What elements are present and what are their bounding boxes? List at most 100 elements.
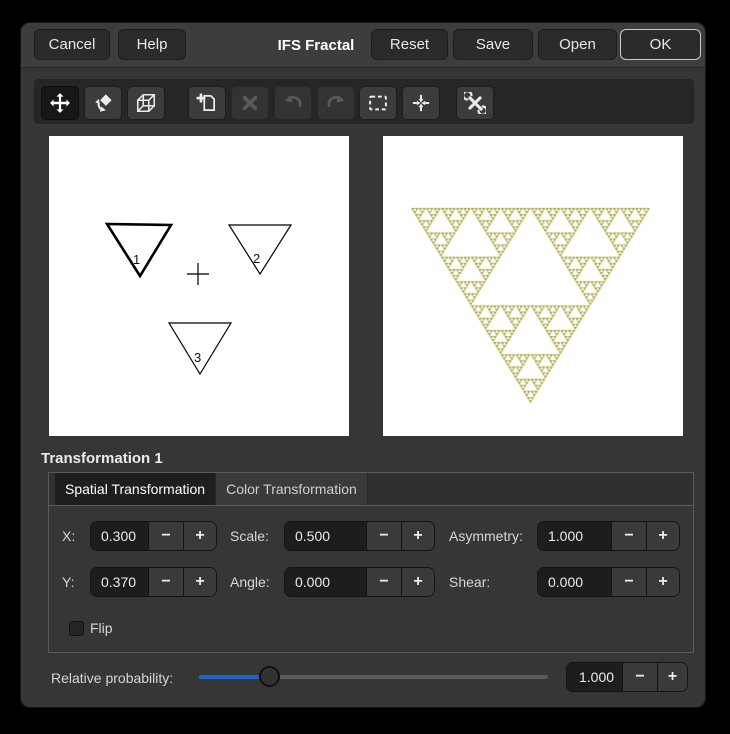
plus-icon: +	[195, 573, 204, 591]
shear-decrement-button[interactable]: −	[611, 568, 646, 596]
asymmetry-label: Asymmetry:	[449, 521, 523, 551]
titlebar: Cancel Help IFS Fractal Reset Save Open …	[21, 23, 705, 68]
scale-value-field[interactable]: 0.500	[285, 522, 366, 550]
x-label: X:	[62, 521, 75, 551]
transformation-notebook: Spatial Transformation Color Transformat…	[48, 472, 694, 653]
plus-icon: +	[658, 573, 667, 591]
minus-icon: −	[379, 527, 388, 545]
relative-probability-slider[interactable]	[199, 675, 548, 679]
triangle-number-label: 1	[133, 252, 140, 267]
scale-increment-button[interactable]: +	[401, 522, 434, 550]
render-options-icon	[464, 92, 486, 114]
minus-icon: −	[379, 573, 388, 591]
triangle-number-label: 2	[253, 251, 260, 266]
delete-transformation-button[interactable]	[231, 86, 269, 120]
tab-spatial-transformation[interactable]: Spatial Transformation	[55, 473, 216, 505]
design-area-canvas[interactable]: 1 2 3	[49, 136, 349, 436]
shear-spinbox: 0.000 − +	[537, 567, 680, 597]
select-all-button[interactable]	[359, 86, 397, 120]
relative-probability-label: Relative probability:	[51, 670, 173, 686]
asymmetry-value-field[interactable]: 1.000	[538, 522, 611, 550]
probability-increment-button[interactable]: +	[657, 663, 687, 691]
x-value-field[interactable]: 0.300	[91, 522, 148, 550]
y-decrement-button[interactable]: −	[148, 568, 183, 596]
move-icon	[49, 92, 71, 114]
x-decrement-button[interactable]: −	[148, 522, 183, 550]
y-increment-button[interactable]: +	[183, 568, 216, 596]
stretch-button[interactable]	[127, 86, 165, 120]
slider-handle[interactable]	[259, 666, 280, 687]
recenter-icon	[410, 92, 432, 114]
tab-bar: Spatial Transformation Color Transformat…	[49, 473, 693, 506]
relative-probability-spinbox: 1.000 − +	[566, 662, 688, 692]
minus-icon: −	[624, 527, 633, 545]
design-triangles: 1 2 3	[49, 136, 349, 436]
plus-icon: +	[668, 668, 677, 686]
y-label: Y:	[62, 567, 74, 597]
ok-button[interactable]: OK	[620, 29, 701, 60]
select-all-icon	[367, 92, 389, 114]
spatial-transformation-panel: X: 0.300 − + Scale: 0.500 − + Asymmetry:…	[49, 506, 693, 653]
angle-spinbox: 0.000 − +	[284, 567, 435, 597]
screen-backdrop: { "titlebar": { "title": "IFS Fractal", …	[0, 0, 730, 734]
transformation-triangle-1[interactable]	[107, 224, 171, 276]
rotate-scale-icon	[92, 92, 114, 114]
help-button[interactable]: Help	[118, 29, 186, 60]
ifs-fractal-dialog: Cancel Help IFS Fractal Reset Save Open …	[20, 22, 706, 708]
stretch-icon	[135, 92, 157, 114]
delete-icon	[239, 92, 261, 114]
shear-value-field[interactable]: 0.000	[538, 568, 611, 596]
reset-button[interactable]: Reset	[371, 29, 448, 60]
minus-icon: −	[161, 573, 170, 591]
open-button[interactable]: Open	[538, 29, 617, 60]
minus-icon: −	[161, 527, 170, 545]
minus-icon: −	[635, 668, 644, 686]
move-button[interactable]	[41, 86, 79, 120]
asymmetry-increment-button[interactable]: +	[646, 522, 679, 550]
asymmetry-decrement-button[interactable]: −	[611, 522, 646, 550]
transformation-triangle-3[interactable]	[169, 323, 231, 374]
triangle-number-label: 3	[194, 350, 201, 365]
plus-icon: +	[413, 527, 422, 545]
sierpinski-fractal-image	[383, 136, 683, 436]
fractal-preview-canvas	[383, 136, 683, 436]
plus-icon: +	[195, 527, 204, 545]
angle-decrement-button[interactable]: −	[366, 568, 401, 596]
plus-icon: +	[658, 527, 667, 545]
shear-label: Shear:	[449, 567, 490, 597]
x-increment-button[interactable]: +	[183, 522, 216, 550]
recenter-button[interactable]	[402, 86, 440, 120]
new-transformation-button[interactable]	[188, 86, 226, 120]
flip-label: Flip	[90, 620, 113, 636]
scale-label: Scale:	[230, 521, 269, 551]
render-options-button[interactable]	[456, 86, 494, 120]
probability-decrement-button[interactable]: −	[622, 663, 657, 691]
toolbar	[34, 79, 694, 124]
redo-icon	[325, 92, 347, 114]
shear-increment-button[interactable]: +	[646, 568, 679, 596]
new-transformation-icon	[196, 92, 218, 114]
angle-value-field[interactable]: 0.000	[285, 568, 366, 596]
scale-spinbox: 0.500 − +	[284, 521, 435, 551]
flip-checkbox[interactable]	[69, 621, 84, 636]
transformation-triangle-2[interactable]	[229, 225, 291, 274]
scale-decrement-button[interactable]: −	[366, 522, 401, 550]
dialog-title: IFS Fractal	[251, 23, 381, 67]
y-spinbox: 0.370 − +	[90, 567, 217, 597]
center-plus-mark	[187, 263, 209, 285]
redo-button[interactable]	[317, 86, 355, 120]
save-button[interactable]: Save	[453, 29, 533, 60]
minus-icon: −	[624, 573, 633, 591]
relative-probability-value-field[interactable]: 1.000	[567, 663, 622, 691]
x-spinbox: 0.300 − +	[90, 521, 217, 551]
angle-increment-button[interactable]: +	[401, 568, 434, 596]
asymmetry-spinbox: 1.000 − +	[537, 521, 680, 551]
angle-label: Angle:	[230, 567, 270, 597]
y-value-field[interactable]: 0.370	[91, 568, 148, 596]
rotate-scale-button[interactable]	[84, 86, 122, 120]
undo-button[interactable]	[274, 86, 312, 120]
cancel-button[interactable]: Cancel	[34, 29, 110, 60]
transformation-heading: Transformation 1	[41, 450, 163, 467]
tab-color-transformation[interactable]: Color Transformation	[216, 473, 368, 505]
undo-icon	[282, 92, 304, 114]
